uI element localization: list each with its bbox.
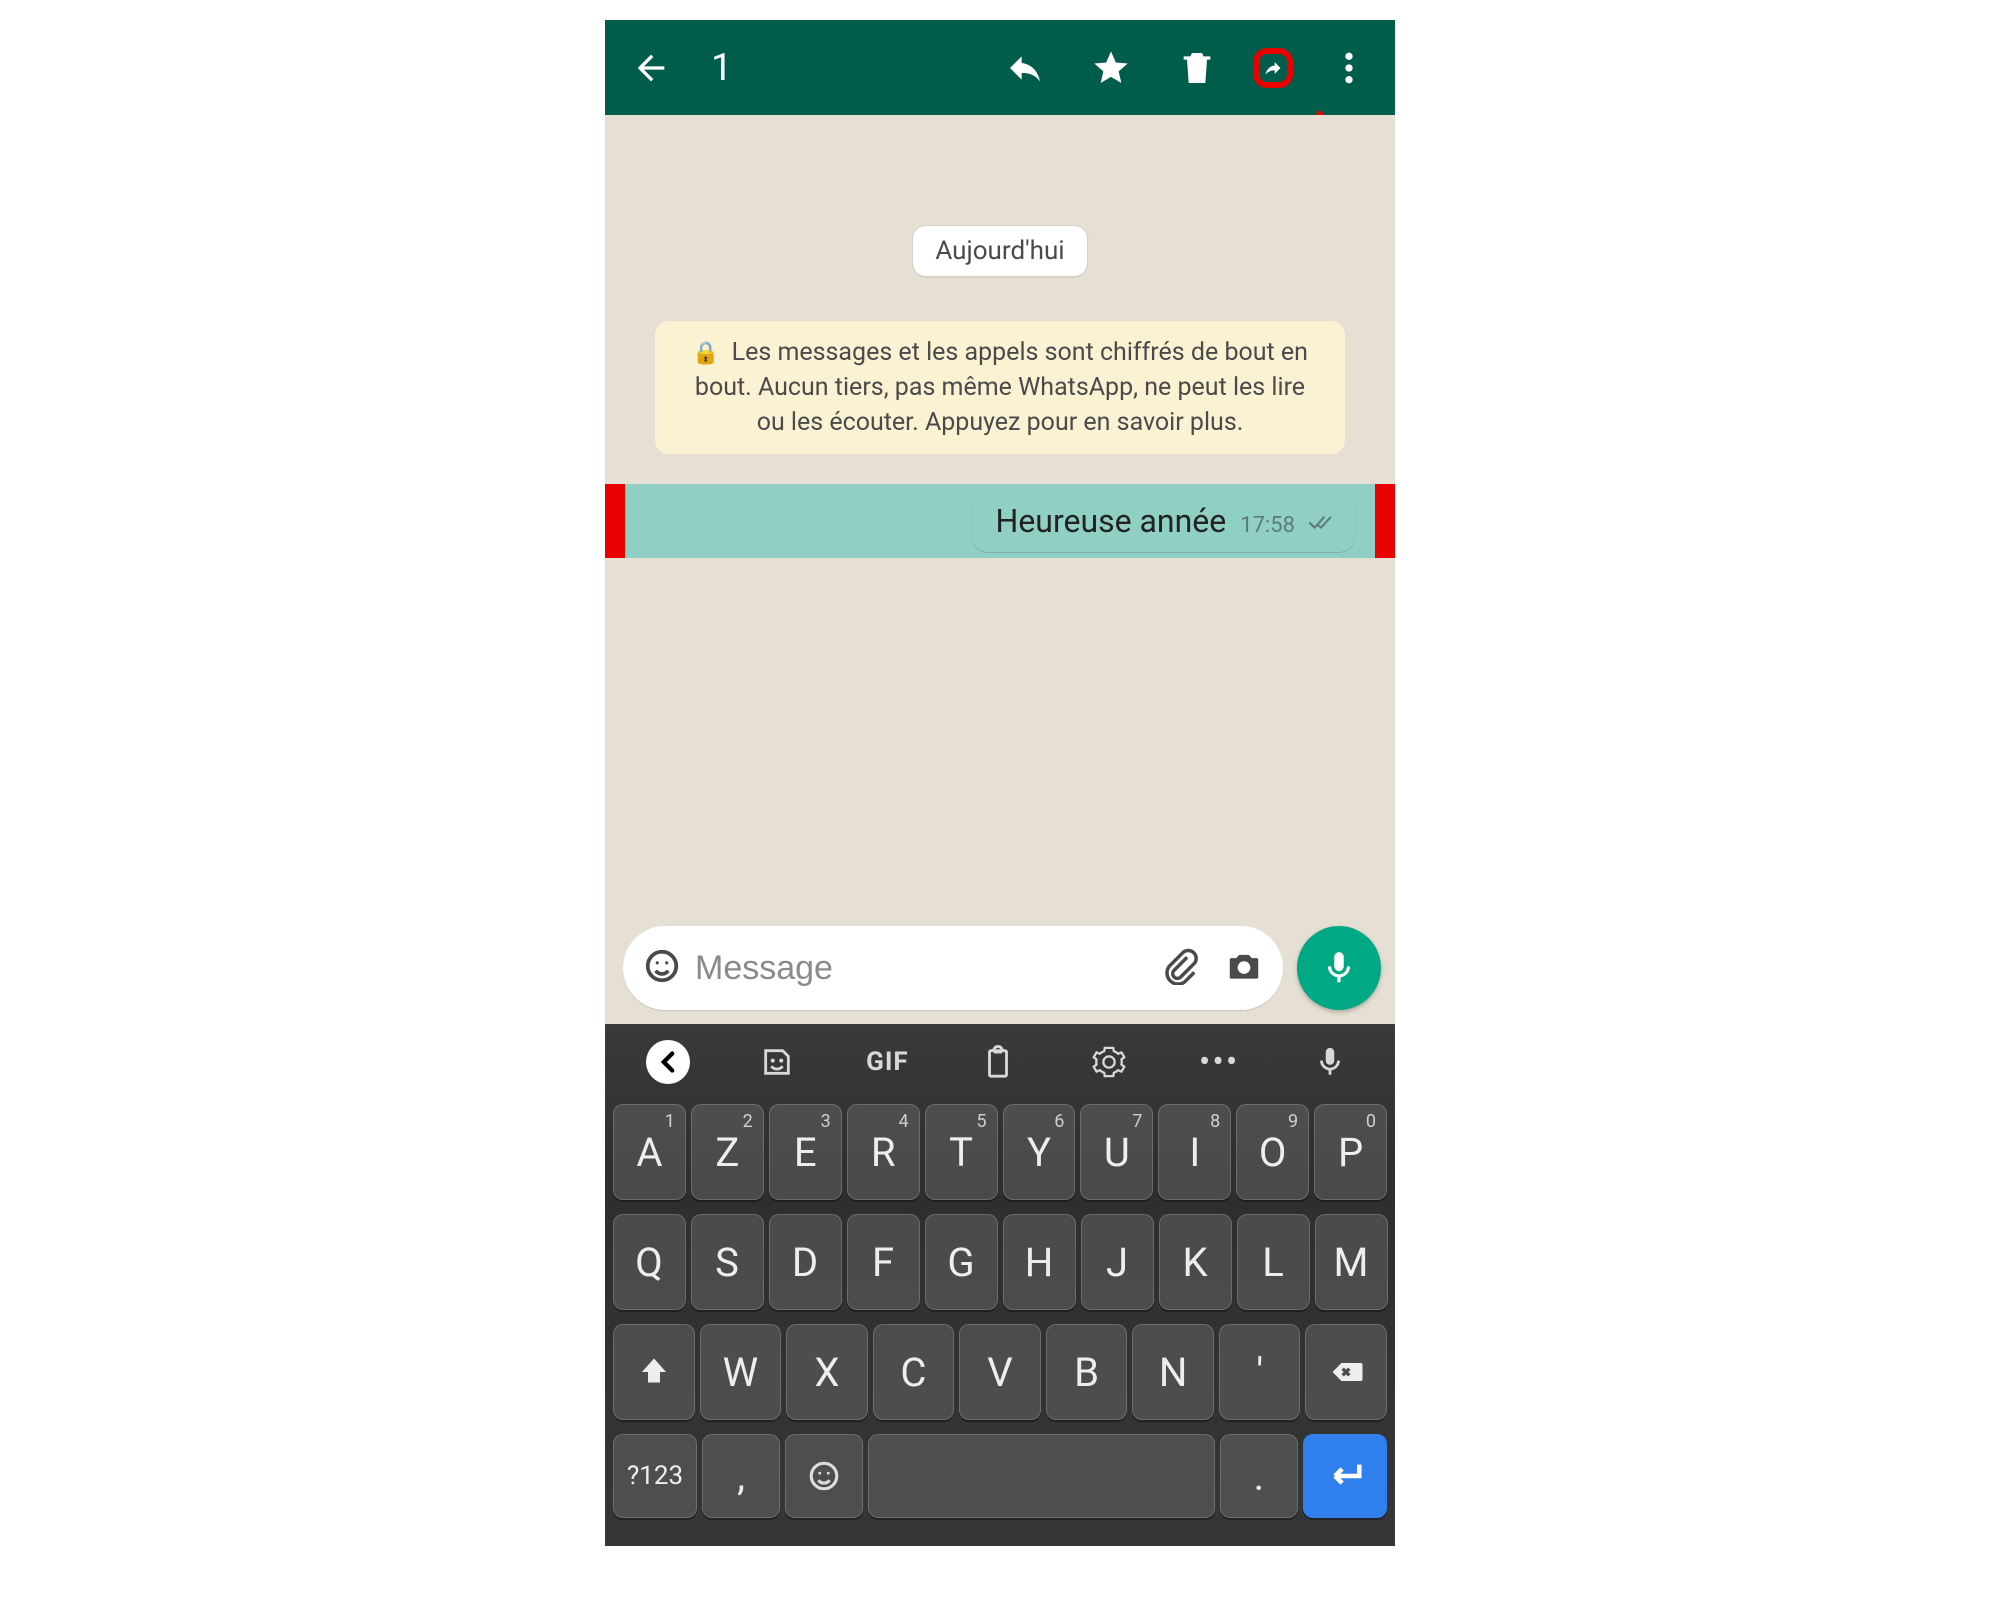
keyboard-row-4: ?123 , . [605,1434,1395,1518]
message-bubble[interactable]: Heureuse année 17:58 [972,490,1356,552]
composer-bar [605,918,1395,1024]
key[interactable]: Z2 [691,1104,764,1200]
camera-icon[interactable] [1225,947,1263,989]
key[interactable]: N [1132,1324,1214,1420]
more-icon[interactable] [1329,48,1369,88]
key[interactable]: H [1003,1214,1076,1310]
key-shift[interactable] [613,1324,695,1420]
key-backspace[interactable] [1305,1324,1387,1420]
back-button[interactable] [631,48,671,88]
sticker-icon[interactable] [753,1038,801,1086]
selected-count: 1 [711,46,732,90]
key[interactable]: F [847,1214,920,1310]
voice-typing-icon[interactable] [1306,1038,1354,1086]
read-receipt-icon [1309,502,1335,540]
message-row[interactable]: Heureuse année 17:58 [605,484,1395,558]
keyboard-row-1: A1Z2E3R4T5Y6U7I8O9P0 [605,1104,1395,1200]
key[interactable]: S [691,1214,764,1310]
key-symbols[interactable]: ?123 [613,1434,697,1518]
keyboard-toolbar: GIF ••• [605,1024,1395,1104]
key[interactable]: Y6 [1003,1104,1076,1200]
forward-icon[interactable] [1253,48,1293,88]
key[interactable]: J [1081,1214,1154,1310]
key[interactable]: P0 [1314,1104,1387,1200]
chat-area: Aujourd'hui 🔒 Les messages et les appels… [605,115,1395,1024]
key[interactable]: T5 [925,1104,998,1200]
on-screen-keyboard: GIF ••• A1Z2E3R4T5Y6U7I8O9P0 QSDFGHJKLM … [605,1024,1395,1546]
key[interactable]: Q [613,1214,686,1310]
key-enter[interactable] [1303,1434,1387,1518]
key[interactable]: K [1159,1214,1232,1310]
emoji-icon[interactable] [643,947,681,989]
key[interactable]: V [959,1324,1041,1420]
key[interactable]: C [873,1324,955,1420]
clipboard-icon[interactable] [974,1038,1022,1086]
star-icon[interactable] [1091,48,1131,88]
message-text: Heureuse année [996,502,1227,540]
more-keyboard-icon[interactable]: ••• [1195,1038,1243,1086]
message-time: 17:58 [1240,513,1295,538]
key[interactable]: B [1046,1324,1128,1420]
chat-empty-space [605,558,1395,918]
encryption-notice-text: Les messages et les appels sont chiffrés… [695,338,1308,437]
key[interactable]: O9 [1236,1104,1309,1200]
key[interactable]: A1 [613,1104,686,1200]
key[interactable]: G [925,1214,998,1310]
key-period[interactable]: . [1220,1434,1298,1518]
key[interactable]: R4 [847,1104,920,1200]
voice-record-button[interactable] [1297,926,1381,1010]
encryption-notice[interactable]: 🔒 Les messages et les appels sont chiffr… [655,321,1345,454]
toolbar-actions [1005,48,1369,88]
keyboard-row-2: QSDFGHJKLM [605,1214,1395,1310]
date-separator: Aujourd'hui [912,225,1087,277]
key[interactable]: I8 [1158,1104,1231,1200]
keyboard-collapse-icon[interactable] [646,1040,690,1084]
key[interactable]: W [700,1324,782,1420]
key[interactable]: U7 [1080,1104,1153,1200]
key[interactable]: E3 [769,1104,842,1200]
settings-icon[interactable] [1085,1038,1133,1086]
phone-screen: 1 Aujourd'hui � [605,20,1395,1546]
lock-icon: 🔒 [692,341,719,366]
message-compose-box[interactable] [623,926,1283,1010]
selection-toolbar: 1 [605,20,1395,115]
delete-icon[interactable] [1177,48,1217,88]
attach-icon[interactable] [1161,947,1199,989]
key[interactable]: L [1237,1214,1310,1310]
reply-icon[interactable] [1005,48,1045,88]
key[interactable]: D [769,1214,842,1310]
key-emoji[interactable] [785,1434,863,1518]
message-input[interactable] [695,949,1147,988]
key-space[interactable] [868,1434,1215,1518]
key[interactable]: M [1315,1214,1388,1310]
key-comma[interactable]: , [702,1434,780,1518]
gif-icon[interactable]: GIF [863,1038,911,1086]
keyboard-row-3: WXCVBN' [605,1324,1395,1420]
key[interactable]: ' [1219,1324,1301,1420]
key[interactable]: X [786,1324,868,1420]
